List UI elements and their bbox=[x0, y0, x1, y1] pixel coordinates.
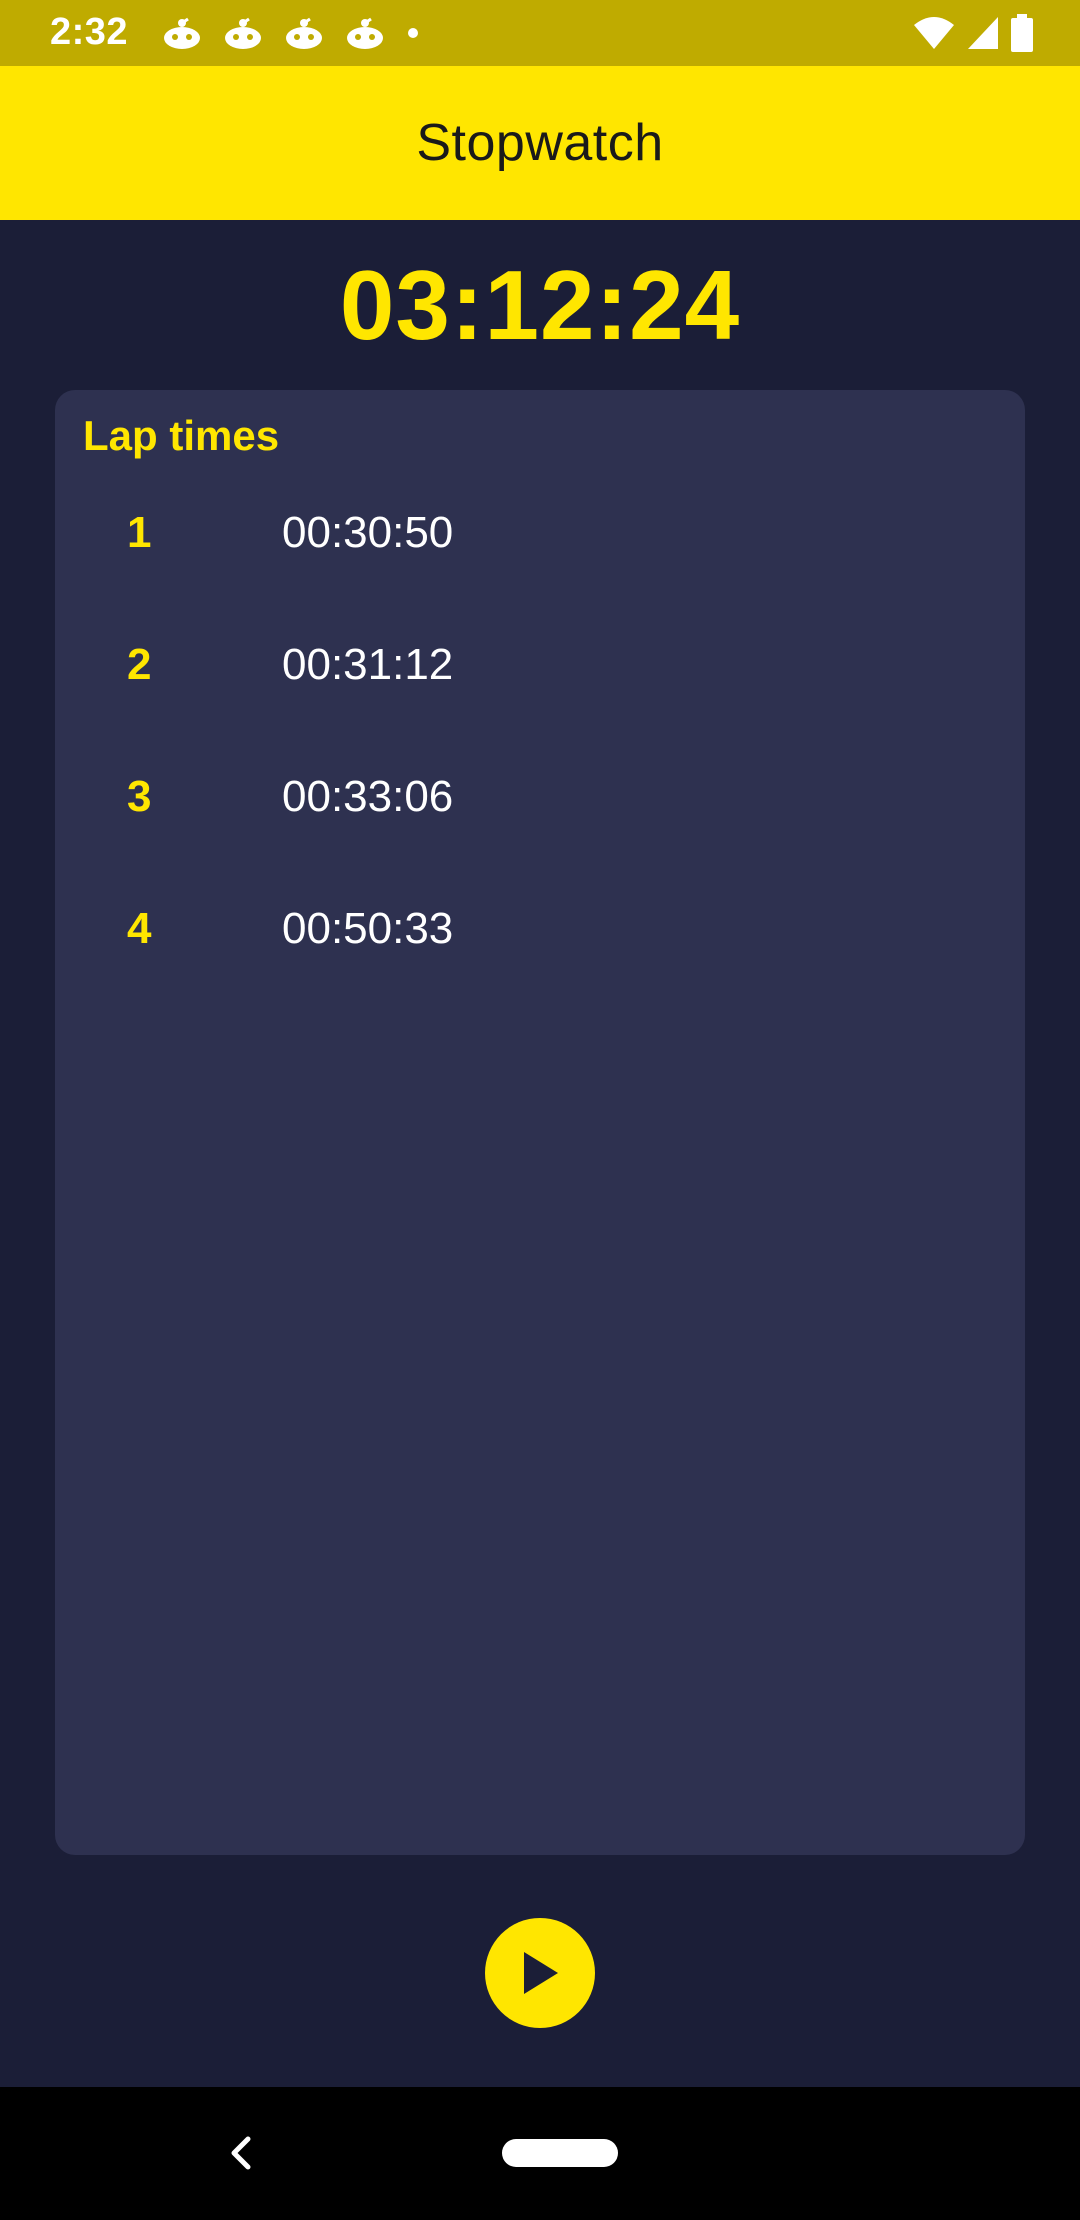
lap-times-card: Lap times 1 00:30:50 2 00:31:12 3 00:33:… bbox=[55, 390, 1025, 1855]
lap-number: 3 bbox=[127, 772, 152, 821]
notification-icon bbox=[286, 17, 322, 49]
lap-row: 4 00:50:33 bbox=[55, 876, 1025, 1008]
lap-time: 00:33:06 bbox=[282, 772, 454, 821]
lap-number: 2 bbox=[127, 640, 152, 689]
lap-row: 3 00:33:06 bbox=[55, 744, 1025, 876]
lap-times-title: Lap times bbox=[83, 412, 280, 459]
lap-row: 1 00:30:50 bbox=[55, 480, 1025, 612]
signal-icon bbox=[968, 17, 998, 49]
dot-icon bbox=[408, 28, 418, 38]
notification-icon bbox=[225, 17, 261, 49]
system-status-icons bbox=[902, 13, 1034, 53]
lap-number: 4 bbox=[127, 904, 152, 953]
app-bar: Stopwatch bbox=[0, 66, 1080, 220]
status-time: 2:32 bbox=[50, 11, 129, 53]
battery-icon bbox=[1011, 14, 1033, 52]
stopwatch-screen: 2:32 Stopwatch 03:12:24 Lap times 1 00:3… bbox=[0, 0, 1080, 2220]
timer-display: 03:12:24 bbox=[339, 250, 741, 360]
play-icon bbox=[524, 1952, 558, 1994]
app-title: Stopwatch bbox=[416, 114, 664, 172]
play-button[interactable] bbox=[485, 1918, 595, 2028]
home-pill-icon[interactable] bbox=[502, 2139, 618, 2167]
lap-time: 00:31:12 bbox=[282, 640, 454, 689]
status-bar: 2:32 bbox=[0, 0, 1080, 66]
notification-icon bbox=[164, 17, 200, 49]
notification-icons bbox=[162, 13, 441, 53]
back-icon[interactable] bbox=[222, 2131, 262, 2175]
lap-list: 1 00:30:50 2 00:31:12 3 00:33:06 4 00:50… bbox=[55, 480, 1025, 1008]
navigation-bar bbox=[0, 2087, 1080, 2220]
lap-time: 00:30:50 bbox=[282, 508, 454, 557]
lap-row: 2 00:31:12 bbox=[55, 612, 1025, 744]
lap-time: 00:50:33 bbox=[282, 904, 454, 953]
notification-icon bbox=[347, 17, 383, 49]
wifi-icon bbox=[914, 17, 954, 49]
lap-number: 1 bbox=[127, 508, 152, 557]
